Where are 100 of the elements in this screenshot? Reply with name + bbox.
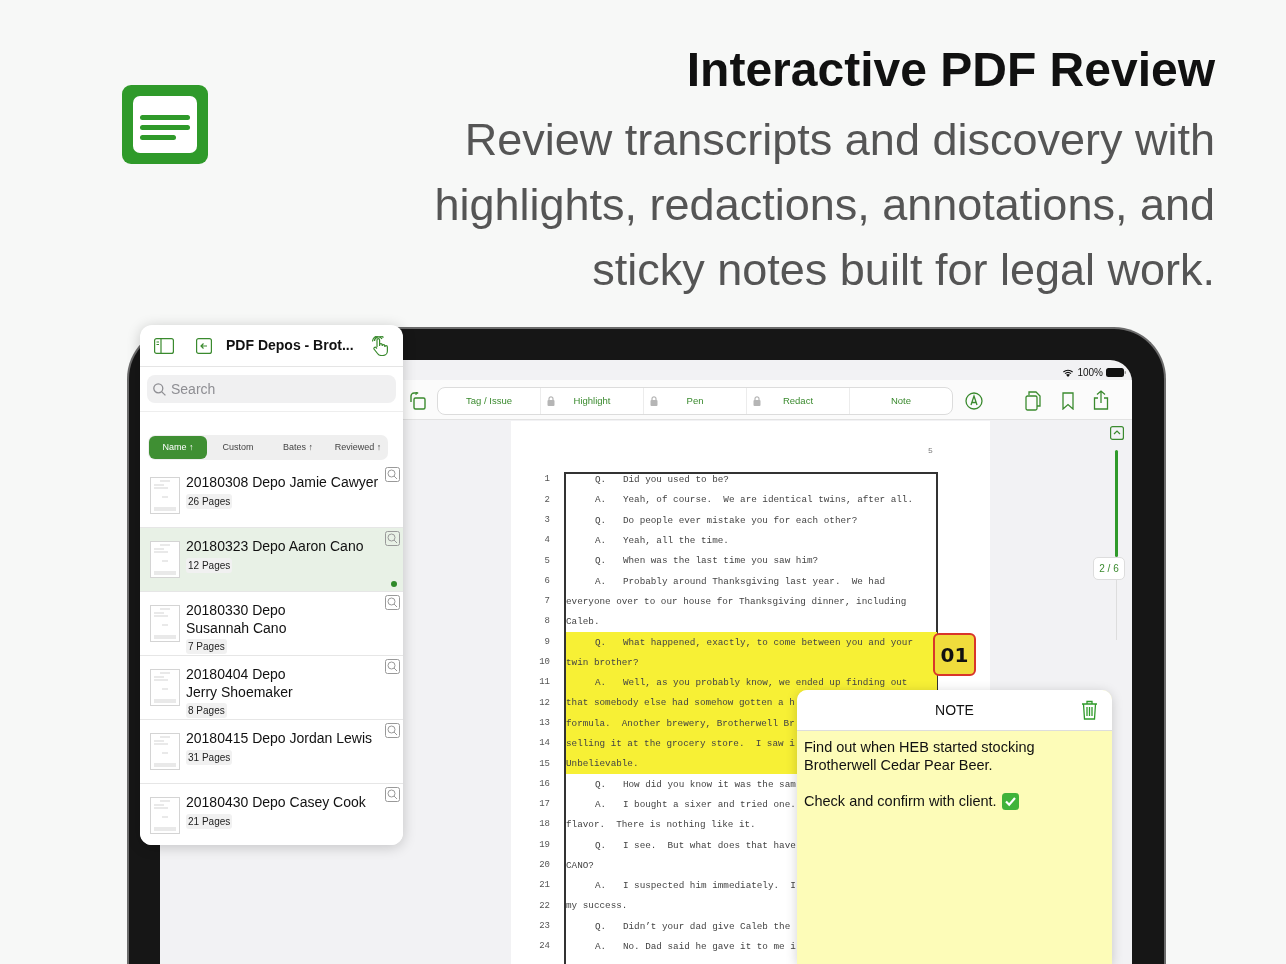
line-number: 21 (538, 879, 550, 893)
line-number: 5 (543, 554, 550, 568)
battery-icon (1106, 368, 1126, 377)
note-text: Find out when HEB started stocking Brotherwell Cedar Pear Beer. (804, 738, 1036, 774)
document-thumbnail (150, 605, 180, 642)
transcript-line: Q. When was the last time you saw him? (595, 554, 819, 569)
line-number: 6 (543, 574, 550, 588)
line-number: 3 (543, 514, 550, 527)
transcript-line: Q. Did you used to be? (595, 473, 729, 488)
search-field[interactable]: Search (147, 375, 396, 403)
page-indicator: 2 / 6 (1093, 557, 1125, 580)
file-name: 20180308 Depo Jamie Cawyer (186, 474, 380, 492)
scroll-up-icon[interactable] (1110, 426, 1124, 440)
transcript-line: Unbelievable. (566, 757, 639, 772)
line-number: 9 (543, 635, 550, 649)
document-thumbnail (150, 477, 180, 514)
line-number: 4 (543, 534, 550, 548)
battery-percentage: 100% (1077, 366, 1103, 380)
tool-button[interactable]: Note (890, 393, 912, 409)
file-name: 20180430 Depo Casey Cook (186, 794, 367, 812)
transcript-line: everyone over to our house for Thanksgiving dinner, including (566, 594, 907, 609)
transcript-line: Q. What happened, exactly, to come between you and your (595, 635, 913, 650)
transcript-line: A. No. Dad said he gave it to me i (595, 940, 796, 954)
transcript-line: A. Probably around Thanksgiving last year. We had (595, 574, 886, 589)
search-icon[interactable] (385, 659, 400, 674)
file-name: 20180404 Depo Jerry Shoemaker (186, 666, 294, 701)
trash-icon[interactable] (1081, 700, 1098, 720)
note-badge[interactable]: 01 (933, 633, 976, 676)
bookmark-icon[interactable] (1062, 392, 1074, 410)
document-thumbnail (150, 733, 180, 770)
transcript-line: Q. Do people ever mistake you for each other? (595, 513, 858, 528)
line-number: 23 (538, 919, 550, 933)
line-number: 13 (538, 716, 550, 730)
file-row[interactable]: 20180330 Depo Susannah Cano 7 Pages (140, 592, 403, 656)
file-row[interactable]: 20180430 Depo Casey Cook 21 Pages (140, 784, 403, 845)
transcript-line: CANO? (566, 858, 594, 873)
transcript-line: that somebody else had somehow gotten a h (566, 696, 795, 711)
sort-tab[interactable]: Name ↑ (149, 436, 207, 459)
sort-tab[interactable]: Reviewed ↑ (329, 436, 387, 459)
line-number: 20 (538, 859, 550, 873)
line-number: 8 (543, 615, 550, 629)
hand-pointer-icon[interactable] (371, 335, 389, 356)
tool-button[interactable]: Pen (686, 393, 704, 409)
file-row[interactable]: 20180404 Depo Jerry Shoemaker 8 Pages (140, 656, 403, 720)
file-row[interactable]: 20180323 Depo Aaron Cano 12 Pages (140, 528, 403, 592)
file-name: 20180415 Depo Jordan Lewis (186, 730, 374, 748)
subtitle-line: Review transcripts and discovery with (464, 113, 1215, 167)
line-number: 15 (538, 757, 550, 771)
line-number: 19 (538, 838, 550, 852)
line-number: 2 (543, 493, 550, 507)
document-thumbnail (150, 541, 180, 578)
file-row[interactable]: 20180415 Depo Jordan Lewis 31 Pages (140, 720, 403, 784)
note-text: Check and confirm with client. (804, 792, 997, 810)
sort-tab[interactable]: Custom (209, 436, 267, 459)
sort-tab[interactable]: Bates ↑ (269, 436, 327, 459)
search-icon[interactable] (385, 723, 400, 738)
transcript-line: Q. Didn’t your dad give Caleb the (595, 919, 791, 934)
line-number: 12 (538, 696, 550, 710)
line-number: 22 (538, 899, 550, 913)
search-icon[interactable] (385, 595, 400, 610)
pen-circle-icon[interactable] (965, 392, 983, 410)
checkbox-icon (1001, 792, 1019, 810)
tool-button[interactable]: Tag / Issue (466, 393, 512, 409)
subtitle-line: sticky notes built for legal work. (592, 243, 1215, 297)
search-icon[interactable] (385, 531, 400, 546)
line-number: 24 (538, 940, 550, 954)
rotate-icon[interactable] (409, 392, 427, 410)
page-count: 8 Pages (186, 703, 227, 718)
page-count: 7 Pages (186, 639, 227, 654)
tool-button[interactable]: Highlight (573, 393, 611, 409)
page-count: 26 Pages (186, 493, 233, 509)
transcript-line: selling it at the grocery store. I saw i (566, 737, 795, 751)
transcript-line: A. I suspected him immediately. I (595, 879, 796, 894)
transcript-line: Q. How did you know it was the sam (595, 777, 796, 792)
search-icon[interactable] (385, 787, 400, 802)
file-row[interactable]: 20180308 Depo Jamie Cawyer 26 Pages (140, 464, 403, 528)
headline: Interactive PDF Review (686, 42, 1215, 98)
page-count: 21 Pages (186, 813, 233, 829)
transcript-line: A. Well, as you probably know, we ended up finding out (595, 676, 908, 691)
transcript-line: flavor. There is nothing like it. (566, 818, 756, 833)
share-icon[interactable] (1093, 390, 1109, 410)
tool-button[interactable]: Redact (782, 393, 814, 409)
subtitle-line: highlights, redactions, annotations, and (434, 178, 1215, 232)
transcript-line: A. Yeah, all the time. (595, 534, 729, 548)
transcript-line: Q. I see. But what does that have (595, 838, 796, 853)
transcript-line: A. I bought a sixer and tried one. (595, 797, 796, 812)
sidebar-toggle-icon[interactable] (154, 337, 174, 354)
page-count: 12 Pages (186, 557, 233, 573)
document-thumbnail (150, 797, 180, 834)
transcript-line: my success. (566, 899, 628, 914)
file-name: 20180330 Depo Susannah Cano (186, 602, 288, 637)
copy-icon[interactable] (1025, 391, 1042, 411)
wifi-icon (1062, 368, 1075, 377)
sidebar-title: PDF Depos - Brot... (226, 336, 354, 355)
search-icon[interactable] (385, 467, 400, 482)
line-number: 18 (538, 818, 550, 832)
document-thumbnail (150, 669, 180, 706)
transcript-line: Caleb. (566, 615, 600, 630)
line-number: 11 (538, 676, 550, 690)
back-icon[interactable] (196, 337, 212, 354)
